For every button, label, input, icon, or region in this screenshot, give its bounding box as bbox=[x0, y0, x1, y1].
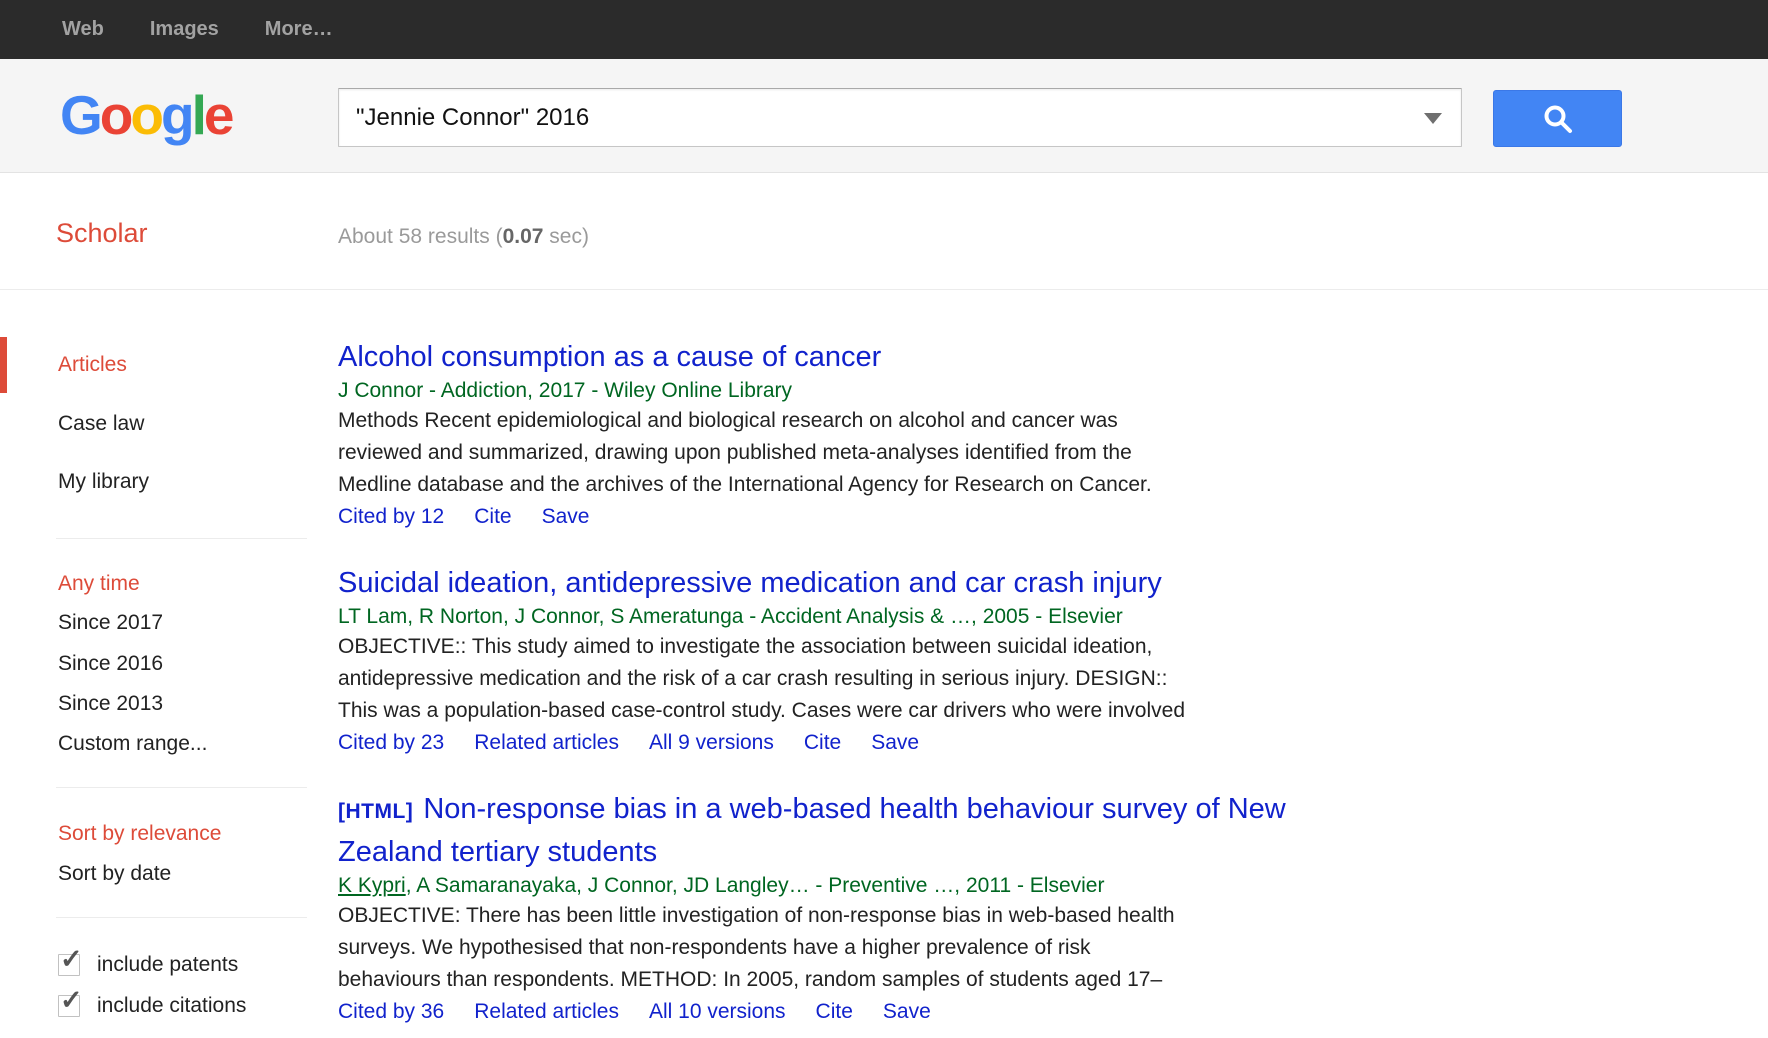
nav-images[interactable]: Images bbox=[150, 18, 219, 41]
all-versions-link[interactable]: All 10 versions bbox=[649, 996, 786, 1028]
sidebar-item-articles[interactable]: Articles bbox=[58, 351, 312, 379]
search-time: 0.07 bbox=[503, 225, 544, 248]
filter-since-2013[interactable]: Since 2013 bbox=[58, 690, 312, 718]
sidebar-divider bbox=[56, 917, 307, 918]
logo-letter: e bbox=[204, 84, 232, 146]
sidebar-item-case-law[interactable]: Case law bbox=[58, 410, 312, 438]
sidebar-divider bbox=[56, 787, 307, 788]
logo-letter: o bbox=[130, 84, 161, 146]
nav-more[interactable]: More… bbox=[265, 18, 333, 41]
google-scholar-results-page: Web Images More… Google Scholar About 58… bbox=[0, 0, 1768, 1038]
logo-letter: g bbox=[161, 84, 192, 146]
html-tag-label: [HTML] bbox=[338, 800, 413, 823]
result-action-links: Cited by 12 Cite Save bbox=[338, 501, 1558, 533]
all-versions-link[interactable]: All 9 versions bbox=[649, 727, 774, 759]
filter-custom-range[interactable]: Custom range... bbox=[58, 730, 312, 758]
result-action-links: Cited by 36 Related articles All 10 vers… bbox=[338, 996, 1558, 1028]
logo-letter: l bbox=[192, 84, 204, 146]
scholar-label[interactable]: Scholar bbox=[56, 218, 148, 249]
result-authors-line: LT Lam, R Norton, J Connor, S Ameratunga… bbox=[338, 603, 1558, 631]
result-title: Suicidal ideation, antidepressive medica… bbox=[338, 563, 1558, 603]
logo-letter: G bbox=[60, 84, 100, 146]
search-input[interactable] bbox=[338, 88, 1462, 147]
dropdown-arrow-icon[interactable] bbox=[1424, 113, 1442, 124]
sidebar-divider bbox=[56, 538, 307, 539]
sidebar-item-my-library[interactable]: My library bbox=[58, 468, 312, 496]
result-title: [HTML]Non-response bias in a web-based h… bbox=[338, 789, 1558, 872]
save-link[interactable]: Save bbox=[883, 996, 931, 1028]
nav-web[interactable]: Web bbox=[62, 18, 104, 41]
search-result: Suicidal ideation, antidepressive medica… bbox=[338, 563, 1558, 759]
logo-letter: o bbox=[100, 84, 131, 146]
results-header-bar: Scholar About 58 results (0.07 sec) bbox=[0, 174, 1768, 290]
result-title: Alcohol consumption as a cause of cancer bbox=[338, 337, 1558, 377]
results-list: Alcohol consumption as a cause of cancer… bbox=[338, 290, 1558, 1038]
author-profile-link[interactable]: K Kypri bbox=[338, 874, 406, 897]
search-box bbox=[338, 88, 1462, 147]
include-patents-checkbox[interactable]: ✓ bbox=[58, 954, 80, 976]
filter-since-2017[interactable]: Since 2017 bbox=[58, 609, 312, 637]
filter-since-2016[interactable]: Since 2016 bbox=[58, 650, 312, 678]
cite-link[interactable]: Cite bbox=[804, 727, 841, 759]
search-result: [HTML]Non-response bias in a web-based h… bbox=[338, 789, 1558, 1028]
result-snippet: OBJECTIVE: There has been little investi… bbox=[338, 900, 1558, 996]
checkmark-icon: ✓ bbox=[60, 946, 83, 973]
cited-by-link[interactable]: Cited by 23 bbox=[338, 727, 444, 759]
cite-link[interactable]: Cite bbox=[816, 996, 853, 1028]
search-button[interactable] bbox=[1493, 90, 1622, 147]
google-logo[interactable]: Google bbox=[60, 83, 231, 147]
result-authors-line: K Kypri, A Samaranayaka, J Connor, JD La… bbox=[338, 872, 1558, 900]
result-title-link[interactable]: Alcohol consumption as a cause of cancer bbox=[338, 341, 881, 373]
search-result: Alcohol consumption as a cause of cancer… bbox=[338, 337, 1558, 533]
cited-by-link[interactable]: Cited by 12 bbox=[338, 501, 444, 533]
search-header: Google bbox=[0, 59, 1768, 173]
include-patents-label: include patents bbox=[97, 951, 238, 979]
result-snippet: OBJECTIVE:: This study aimed to investig… bbox=[338, 631, 1558, 727]
cited-by-link[interactable]: Cited by 36 bbox=[338, 996, 444, 1028]
include-citations-label: include citations bbox=[97, 992, 246, 1020]
related-articles-link[interactable]: Related articles bbox=[474, 996, 619, 1028]
sort-by-relevance[interactable]: Sort by relevance bbox=[58, 820, 312, 848]
related-articles-link[interactable]: Related articles bbox=[474, 727, 619, 759]
save-link[interactable]: Save bbox=[871, 727, 919, 759]
result-title-link[interactable]: Non-response bias in a web-based health … bbox=[338, 793, 1286, 868]
results-stats: About 58 results (0.07 sec) bbox=[338, 225, 589, 249]
search-icon bbox=[1542, 103, 1574, 135]
cite-link[interactable]: Cite bbox=[474, 501, 511, 533]
include-citations-checkbox[interactable]: ✓ bbox=[58, 995, 80, 1017]
result-title-link[interactable]: Suicidal ideation, antidepressive medica… bbox=[338, 567, 1162, 599]
filter-include-patents: ✓ include patents bbox=[58, 951, 312, 979]
filter-any-time[interactable]: Any time bbox=[58, 570, 312, 598]
sort-by-date[interactable]: Sort by date bbox=[58, 860, 312, 888]
checkmark-icon: ✓ bbox=[60, 987, 83, 1014]
result-snippet: Methods Recent epidemiological and biolo… bbox=[338, 405, 1558, 501]
result-action-links: Cited by 23 Related articles All 9 versi… bbox=[338, 727, 1558, 759]
filter-include-citations: ✓ include citations bbox=[58, 992, 312, 1020]
save-link[interactable]: Save bbox=[542, 501, 590, 533]
sidebar: Articles Case law My library Any time Si… bbox=[0, 290, 312, 1020]
top-navigation-bar: Web Images More… bbox=[0, 0, 1768, 59]
result-authors-line: J Connor - Addiction, 2017 - Wiley Onlin… bbox=[338, 377, 1558, 405]
